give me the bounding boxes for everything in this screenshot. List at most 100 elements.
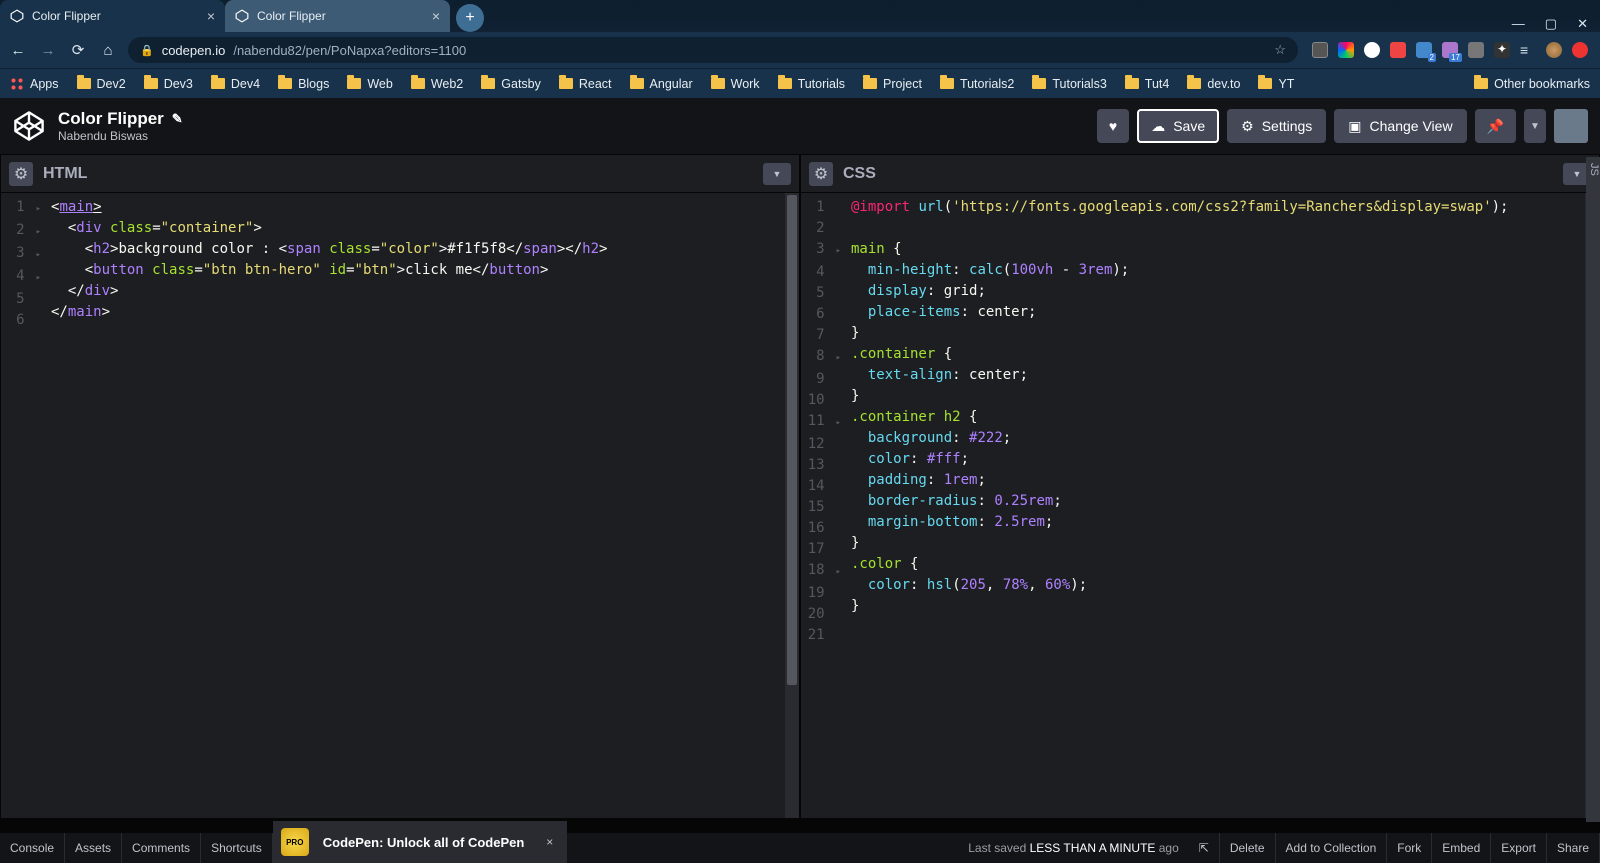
- bookmark-label: Web2: [431, 77, 463, 91]
- browser-tab-inactive[interactable]: Color Flipper ×: [225, 0, 450, 32]
- url-path: /nabendu82/pen/PoNapxa?editors=1100: [233, 43, 466, 58]
- save-button[interactable]: ☁Save: [1137, 109, 1219, 143]
- bookmark-folder[interactable]: Dev3: [144, 77, 193, 91]
- footer-action[interactable]: Fork: [1387, 833, 1432, 863]
- folder-icon: [1258, 78, 1272, 89]
- pin-button[interactable]: 📌: [1475, 109, 1516, 143]
- ext-icon[interactable]: 17: [1442, 42, 1458, 58]
- bookmark-label: React: [579, 77, 612, 91]
- bookmark-label: Dev3: [164, 77, 193, 91]
- bookmark-folder[interactable]: Dev2: [77, 77, 126, 91]
- html-scrollbar[interactable]: [785, 193, 799, 818]
- preview-splitter[interactable]: [0, 819, 1600, 833]
- window-controls: — ▢ ✕: [1500, 16, 1600, 32]
- apps-shortcut[interactable]: Apps: [10, 77, 59, 91]
- html-panel-dropdown[interactable]: ▼: [763, 163, 791, 185]
- js-panel-collapsed[interactable]: JS: [1586, 157, 1600, 822]
- css-settings-gear[interactable]: ⚙: [809, 162, 833, 186]
- footer-action[interactable]: Delete: [1220, 833, 1276, 863]
- folder-icon: [940, 78, 954, 89]
- minimize-icon[interactable]: —: [1512, 16, 1525, 32]
- maximize-icon[interactable]: ▢: [1545, 16, 1557, 32]
- bookmark-folder[interactable]: Gatsby: [481, 77, 541, 91]
- bookmark-folder[interactable]: YT: [1258, 77, 1294, 91]
- folder-icon: [778, 78, 792, 89]
- browser-tab-title: Color Flipper: [32, 9, 101, 23]
- bookmark-star-icon[interactable]: ☆: [1274, 42, 1286, 58]
- bookmark-label: dev.to: [1207, 77, 1240, 91]
- folder-icon: [711, 78, 725, 89]
- heart-icon: ♥: [1109, 118, 1117, 134]
- bookmark-folder[interactable]: Project: [863, 77, 922, 91]
- other-bookmarks[interactable]: Other bookmarks: [1474, 77, 1590, 91]
- edit-pencil-icon[interactable]: ✎: [172, 111, 183, 127]
- chevron-down-icon: ▼: [1573, 169, 1582, 179]
- bookmark-folder[interactable]: dev.to: [1187, 77, 1240, 91]
- bookmark-folder[interactable]: Work: [711, 77, 760, 91]
- footer-action[interactable]: Embed: [1432, 833, 1491, 863]
- css-editor[interactable]: 1 2 3 ▸4 5 6 7 8 ▸9 10 11 ▸12 13 14 15 1…: [801, 193, 1599, 818]
- ext-icon[interactable]: [1364, 42, 1380, 58]
- bookmark-folder[interactable]: Dev4: [211, 77, 260, 91]
- ext-icon[interactable]: [1468, 42, 1484, 58]
- footer-tab[interactable]: Assets: [65, 833, 122, 863]
- footer-action[interactable]: Export: [1491, 833, 1547, 863]
- bookmark-label: Web: [367, 77, 392, 91]
- footer-action[interactable]: Add to Collection: [1276, 833, 1388, 863]
- folder-icon: [559, 78, 573, 89]
- reload-icon[interactable]: ⟳: [68, 41, 88, 59]
- browser-tab-active[interactable]: Color Flipper ×: [0, 0, 225, 32]
- ext-icon[interactable]: [1338, 42, 1354, 58]
- bookmark-folder[interactable]: Tut4: [1125, 77, 1170, 91]
- bookmark-folder[interactable]: Blogs: [278, 77, 329, 91]
- settings-button[interactable]: ⚙Settings: [1227, 109, 1326, 143]
- pen-title[interactable]: Color Flipper✎: [58, 109, 183, 129]
- user-avatar[interactable]: [1554, 109, 1588, 143]
- footer-action[interactable]: Share: [1547, 833, 1600, 863]
- pro-banner-text[interactable]: CodePen: Unlock all of CodePen: [323, 835, 525, 850]
- ext-icon[interactable]: 2: [1416, 42, 1432, 58]
- folder-icon: [411, 78, 425, 89]
- close-window-icon[interactable]: ✕: [1577, 16, 1588, 32]
- profile-avatar-icon[interactable]: [1546, 42, 1562, 58]
- bookmark-folder[interactable]: React: [559, 77, 612, 91]
- footer-tab[interactable]: Comments: [122, 833, 201, 863]
- new-tab-button[interactable]: +: [456, 4, 484, 32]
- html-settings-gear[interactable]: ⚙: [9, 162, 33, 186]
- folder-icon: [630, 78, 644, 89]
- pro-banner-close[interactable]: ×: [546, 835, 553, 849]
- codepen-logo-icon[interactable]: [12, 109, 46, 143]
- bookmark-folder[interactable]: Tutorials: [778, 77, 845, 91]
- folder-icon: [278, 78, 292, 89]
- forward-icon[interactable]: →: [38, 42, 58, 59]
- reading-list-icon[interactable]: ≡: [1520, 42, 1536, 58]
- html-panel: ⚙ HTML ▼ 1 ▸2 ▸3 ▸4 ▸5 6 <main> <div cla…: [0, 154, 800, 819]
- url-field[interactable]: 🔒 codepen.io/nabendu82/pen/PoNapxa?edito…: [128, 37, 1298, 63]
- extension-icons: 2 17 ✦ ≡: [1308, 42, 1592, 58]
- close-tab-icon[interactable]: ×: [432, 8, 440, 24]
- footer-tab[interactable]: Console: [0, 833, 65, 863]
- extensions-puzzle-icon[interactable]: ✦: [1494, 42, 1510, 58]
- ext-icon[interactable]: [1312, 42, 1328, 58]
- ext-icon[interactable]: [1390, 42, 1406, 58]
- bookmark-folder[interactable]: Tutorials3: [1032, 77, 1106, 91]
- footer-tab[interactable]: Shortcuts: [201, 833, 273, 863]
- gear-icon: ⚙: [1241, 118, 1254, 135]
- bookmark-folder[interactable]: Web2: [411, 77, 463, 91]
- bookmark-label: Tutorials3: [1052, 77, 1106, 91]
- back-icon[interactable]: ←: [8, 42, 28, 59]
- close-tab-icon[interactable]: ×: [207, 8, 215, 24]
- home-icon[interactable]: ⌂: [98, 42, 118, 59]
- pin-dropdown[interactable]: ▼: [1524, 109, 1546, 143]
- pen-author[interactable]: Nabendu Biswas: [58, 129, 183, 143]
- folder-icon: [144, 78, 158, 89]
- html-editor[interactable]: 1 ▸2 ▸3 ▸4 ▸5 6 <main> <div class="conta…: [1, 193, 799, 818]
- bookmark-folder[interactable]: Web: [347, 77, 392, 91]
- bookmark-folder[interactable]: Tutorials2: [940, 77, 1014, 91]
- ext-icon[interactable]: [1572, 42, 1588, 58]
- bookmark-label: Work: [731, 77, 760, 91]
- open-external-icon[interactable]: ⇱: [1189, 833, 1220, 863]
- change-view-button[interactable]: ▣Change View: [1334, 109, 1466, 143]
- bookmark-folder[interactable]: Angular: [630, 77, 693, 91]
- love-button[interactable]: ♥: [1097, 109, 1129, 143]
